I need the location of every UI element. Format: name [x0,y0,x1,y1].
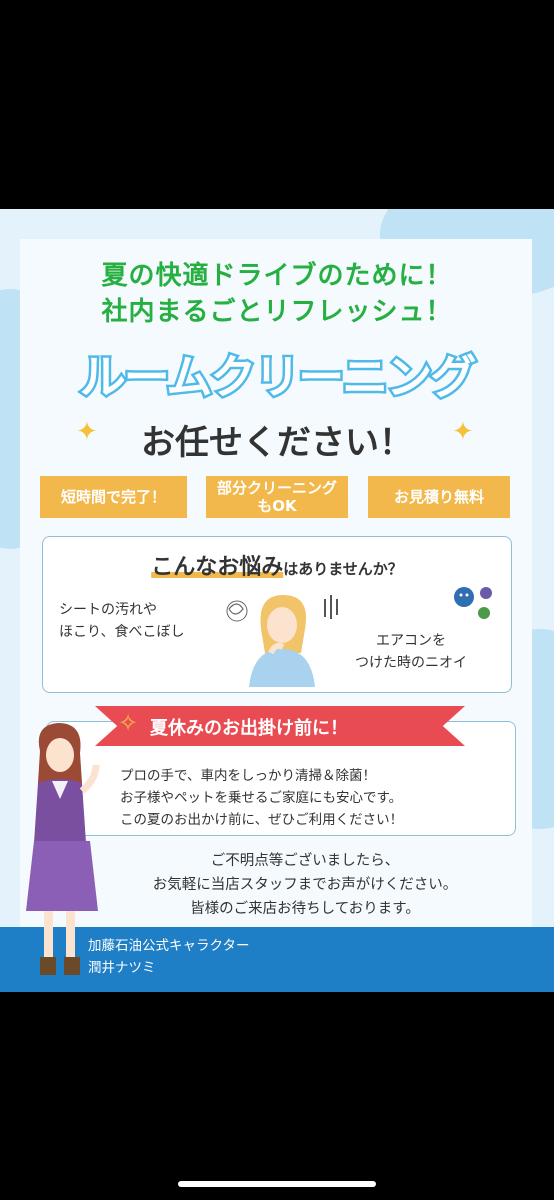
character-affiliation: 加藤石油公式キャラクター [88,938,250,954]
germ-icon [454,587,492,619]
headline-line1: 夏の快適ドライブのために！ [101,261,453,291]
worried-woman-illustration [226,595,338,687]
tag-quick: 短時間で完了！ [40,476,187,518]
character-caption: 加藤石油公式キャラクター 潤井ナツミ [88,935,249,979]
character-name: 潤井ナツミ [88,960,156,976]
summer-ribbon-text: 夏休みのお出掛け前に！ [150,718,348,739]
tag-label: 部分クリーニング もOK [216,479,337,515]
worry-box: こんなお悩みはありませんか？ シートの汚れや ほこり、食べこぼし エアコンを つ… [42,536,512,693]
party-popper-icon: ✧ [118,709,139,737]
tag-label: お見積り無料 [393,488,484,506]
aircon-smell-note: エアコンを つけた時のニオイ [355,633,467,671]
poster: 夏の快適ドライブのために！ 社内まるごとリフレッシュ！ ルームクリーニング ✦ … [0,209,554,992]
worry-heading-rest: はありませんか？ [283,560,403,578]
summer-body: プロの手で、車内をしっかり清掃＆除菌！ お子様やペットを乗せるご家庭にも安心です… [120,768,404,828]
mascot-character-illustration [26,723,100,975]
main-title: ルームクリーニング [77,348,479,407]
headline-line2: 社内まるごとリフレッシュ！ [101,297,453,327]
tag-label: 短時間で完了！ [60,488,166,506]
contact-message: ご不明点等ございましたら、 お気軽に当店スタッフまでお声がけください。 皆様のご… [152,853,458,917]
seat-dirt-note: シートの汚れや ほこり、食べこぼし [59,602,185,640]
tag-free-estimate: お見積り無料 [368,476,510,518]
worry-heading: こんなお悩みはありませんか？ [43,549,511,581]
home-indicator[interactable] [178,1181,376,1187]
tag-partial: 部分クリーニング もOK [206,476,348,518]
subtitle: お任せください！ [141,423,413,463]
worry-heading-emphasis: こんなお悩み [151,555,284,580]
